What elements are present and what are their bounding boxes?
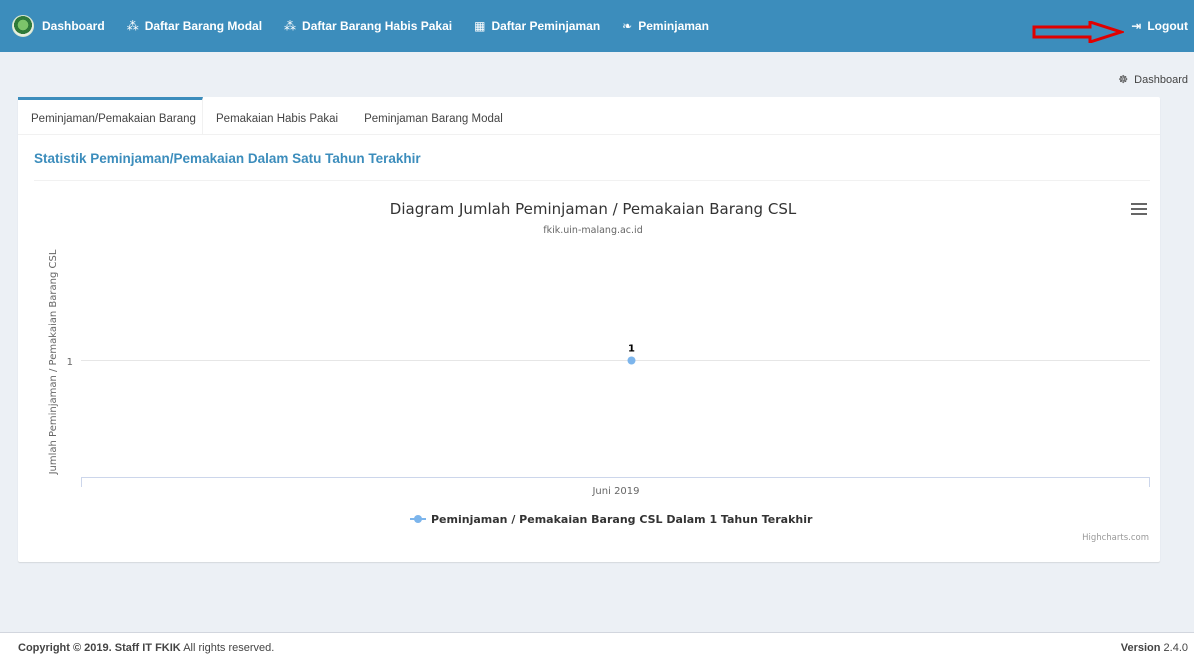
- version-label: Version: [1120, 641, 1161, 654]
- nav-peminjaman-label: Peminjaman: [638, 19, 709, 33]
- copyright-owner[interactable]: Staff IT FKIK: [115, 642, 181, 654]
- sign-out-icon: ⇥: [1131, 19, 1142, 33]
- logout-label: Logout: [1147, 19, 1188, 33]
- copyright-prefix: Copyright © 2019.: [18, 641, 112, 654]
- x-tick-label: Juni 2019: [591, 486, 639, 497]
- tab-box: Peminjaman/Pemakaian Barang Pemakaian Ha…: [18, 97, 1160, 562]
- y-tick-label: 1: [67, 357, 73, 368]
- nav-daftar-peminjaman[interactable]: ▦ Daftar Peminjaman: [474, 19, 600, 33]
- breadcrumb-label: Dashboard: [1134, 73, 1188, 86]
- legend[interactable]: Peminjaman / Pemakaian Barang CSL Dalam …: [410, 513, 813, 526]
- nav-daftar-barang-modal-label: Daftar Barang Modal: [144, 19, 263, 33]
- nav-daftar-barang-habis-pakai[interactable]: ⁂ Daftar Barang Habis Pakai: [284, 19, 452, 33]
- nav-daftar-peminjaman-label: Daftar Peminjaman: [491, 19, 601, 33]
- logo-icon: [12, 15, 34, 37]
- dashboard-icon: ☸: [1118, 74, 1129, 86]
- chart-title: Diagram Jumlah Peminjaman / Pemakaian Ba…: [390, 200, 797, 218]
- logout-button[interactable]: ⇥ Logout: [1131, 19, 1188, 33]
- legend-marker: [414, 515, 422, 523]
- footer: Copyright © 2019. Staff IT FKIK All righ…: [0, 632, 1194, 662]
- breadcrumb[interactable]: ☸ Dashboard: [1118, 73, 1188, 87]
- leaf-icon: ❧: [622, 19, 633, 33]
- version: Version 2.4.0: [1121, 642, 1188, 654]
- copyright: Copyright © 2019. Staff IT FKIK All righ…: [18, 642, 274, 654]
- nav-dashboard[interactable]: Dashboard: [12, 15, 105, 37]
- nav-dashboard-label: Dashboard: [42, 19, 105, 33]
- line-chart: Diagram Jumlah Peminjaman / Pemakaian Ba…: [48, 200, 1150, 543]
- legend-label: Peminjaman / Pemakaian Barang CSL Dalam …: [431, 513, 813, 526]
- y-axis-label: Jumlah Peminjaman / Pemakaian Barang CSL: [48, 249, 59, 475]
- plot-area: 1: [627, 344, 636, 365]
- chart-menu-icon[interactable]: [1131, 203, 1147, 215]
- top-navbar: Dashboard ⁂ Daftar Barang Modal ⁂ Daftar…: [0, 0, 1194, 52]
- grid-icon: ▦: [474, 19, 486, 33]
- nav-peminjaman[interactable]: ❧ Peminjaman: [622, 19, 709, 33]
- nav-daftar-barang-habis-pakai-label: Daftar Barang Habis Pakai: [302, 19, 453, 33]
- data-point[interactable]: [627, 356, 636, 365]
- nav-daftar-barang-modal[interactable]: ⁂ Daftar Barang Modal: [127, 19, 262, 33]
- version-value: 2.4.0: [1163, 641, 1188, 654]
- copyright-suffix: All rights reserved.: [183, 641, 275, 654]
- chart-subtitle: fkik.uin-malang.ac.id: [543, 225, 642, 236]
- chart-credits[interactable]: Highcharts.com: [1082, 533, 1149, 543]
- cubes-icon: ⁂: [284, 19, 297, 33]
- cubes-icon: ⁂: [126, 19, 139, 33]
- data-label: 1: [628, 344, 635, 355]
- red-arrow-annotation: [1032, 21, 1124, 43]
